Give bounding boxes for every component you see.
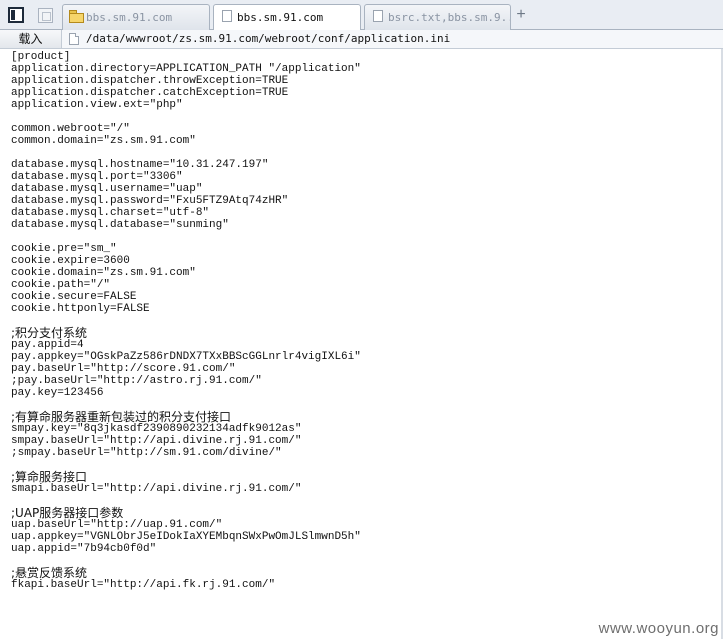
- config-line: uap.baseUrl="http://uap.91.com/": [11, 519, 223, 531]
- config-line: uap.appkey="VGNLObrJ5eIDokIaXYEMbqnSWxPw…: [11, 531, 361, 543]
- config-line: database.mysql.hostname="10.31.247.197": [11, 159, 269, 171]
- config-line: application.dispatcher.catchException=TR…: [11, 87, 289, 99]
- blank-tab-icon[interactable]: [38, 8, 53, 23]
- page-icon: [222, 10, 232, 22]
- config-line: cookie.secure=FALSE: [11, 291, 137, 303]
- config-line: cookie.pre="sm_": [11, 243, 117, 255]
- config-line: cookie.expire=3600: [11, 255, 130, 267]
- sidebar-toggle-icon[interactable]: [8, 7, 24, 23]
- config-line: database.mysql.database="sunming": [11, 219, 229, 231]
- comment-line: ;积分支付系统: [11, 326, 88, 340]
- config-line: cookie.path="/": [11, 279, 111, 291]
- config-line: common.domain="zs.sm.91.com": [11, 135, 196, 147]
- config-line: database.mysql.charset="utf-8": [11, 207, 210, 219]
- tab-label: bbs.sm.91.com: [237, 11, 324, 24]
- tab-bsrc-txt[interactable]: bsrc.txt,bbs.sm.9...: [364, 4, 511, 30]
- config-line: pay.appkey="OGskPaZz586rDNDX7TXxBBScGGLn…: [11, 351, 361, 363]
- page-icon: [373, 10, 383, 22]
- config-line: database.mysql.username="uap": [11, 183, 203, 195]
- tab-bbs-folder[interactable]: bbs.sm.91.com: [62, 4, 210, 30]
- comment-line: ;算命服务接口: [11, 470, 88, 484]
- load-button[interactable]: 载入: [0, 30, 62, 48]
- tab-bbs-active[interactable]: bbs.sm.91.com: [213, 4, 361, 31]
- folder-icon: [69, 10, 84, 23]
- config-line: cookie.httponly=FALSE: [11, 303, 150, 315]
- url-input[interactable]: [86, 31, 716, 47]
- config-line: database.mysql.password="Fxu5FTZ9Atq74zH…: [11, 195, 289, 207]
- config-line: smapi.baseUrl="http://api.divine.rj.91.c…: [11, 483, 302, 495]
- config-line: [product]: [11, 51, 71, 63]
- config-line: pay.key=123456: [11, 387, 104, 399]
- tab-bar: bbs.sm.91.com bbs.sm.91.com bsrc.txt,bbs…: [0, 0, 723, 31]
- page-icon: [69, 33, 79, 45]
- file-content: [product] application.directory=APPLICATI…: [11, 51, 716, 621]
- config-line: pay.appid=4: [11, 339, 84, 351]
- config-line: smpay.key="8q3jkasdf2390890232134adfk901…: [11, 423, 302, 435]
- config-line: uap.appid="7b94cb0f0d": [11, 543, 157, 555]
- config-line: ;smpay.baseUrl="http://sm.91.com/divine/…: [11, 447, 282, 459]
- config-line: ;pay.baseUrl="http://astro.rj.91.com/": [11, 375, 262, 387]
- config-line: pay.baseUrl="http://score.91.com/": [11, 363, 236, 375]
- comment-line: ;有算命服务器重新包装过的积分支付接口: [11, 410, 232, 424]
- config-line: common.webroot="/": [11, 123, 130, 135]
- comment-line: ;UAP服务器接口参数: [11, 506, 124, 520]
- new-tab-plus-icon[interactable]: +: [512, 6, 530, 24]
- config-line: cookie.domain="zs.sm.91.com": [11, 267, 196, 279]
- tab-label: bbs.sm.91.com: [86, 11, 173, 24]
- config-line: fkapi.baseUrl="http://api.fk.rj.91.com/": [11, 579, 276, 591]
- config-line: application.directory=APPLICATION_PATH "…: [11, 63, 361, 75]
- tab-label: bsrc.txt,bbs.sm.9...: [388, 11, 511, 24]
- watermark: www.wooyun.org: [598, 620, 719, 637]
- config-line: application.dispatcher.throwException=TR…: [11, 75, 289, 87]
- config-line: database.mysql.port="3306": [11, 171, 183, 183]
- comment-line: ;悬赏反馈系统: [11, 566, 88, 580]
- address-bar: 载入: [0, 30, 723, 49]
- config-line: smpay.baseUrl="http://api.divine.rj.91.c…: [11, 435, 302, 447]
- config-line: application.view.ext="php": [11, 99, 183, 111]
